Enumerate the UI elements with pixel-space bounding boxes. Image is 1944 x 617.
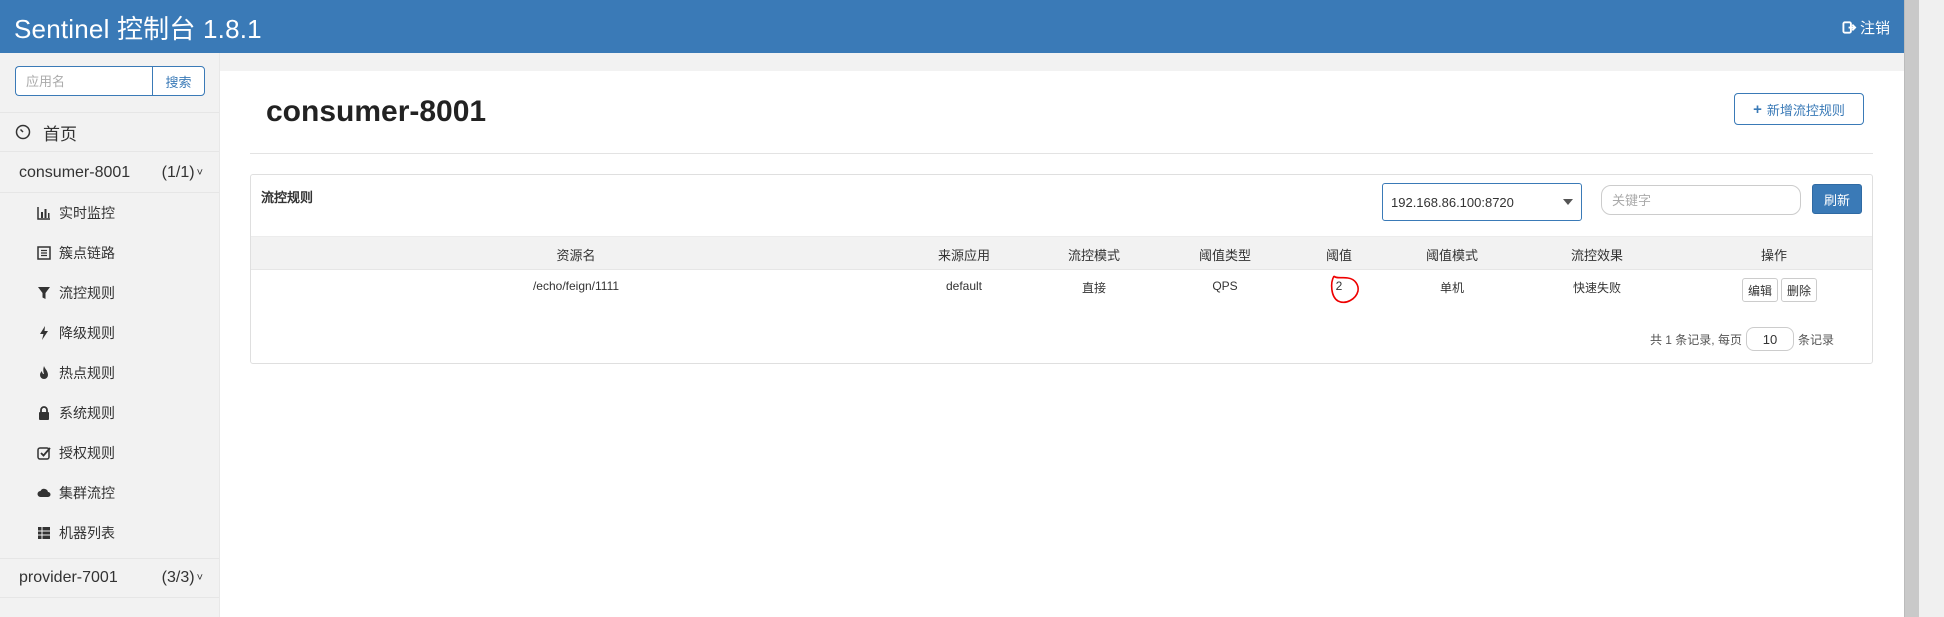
app-machine-count: (1/1) [161, 163, 195, 181]
keyword-input[interactable] [1601, 185, 1801, 215]
filter-icon [37, 286, 51, 300]
column-header[interactable]: 阈值类型 [1199, 245, 1251, 264]
menu-label: 集群流控 [59, 485, 115, 501]
top-navbar: Sentinel 控制台 1.8.1 注销 [0, 0, 1904, 53]
menu-label: 降级规则 [59, 325, 115, 341]
flow-rules-panel: 流控规则 192.168.86.100:8720 刷新 资源名 来源应用 流控模… [250, 174, 1873, 364]
cloud-icon [37, 486, 51, 500]
add-flow-rule-button[interactable]: + 新增流控规则 [1734, 93, 1864, 125]
menu-label: 簇点链路 [59, 245, 115, 261]
app-search-input[interactable] [15, 66, 152, 96]
column-header[interactable]: 来源应用 [938, 245, 990, 264]
divider [250, 153, 1873, 154]
sidebar-item-cluster-link[interactable]: 簇点链路 [0, 233, 219, 273]
lock-icon [37, 406, 51, 420]
sidebar-item-machines[interactable]: 机器列表 [0, 513, 219, 553]
column-header[interactable]: 流控效果 [1571, 245, 1623, 264]
panel-title: 流控规则 [261, 190, 314, 205]
edit-button[interactable]: 编辑 [1742, 278, 1779, 302]
scrollbar-thumb[interactable] [1904, 0, 1919, 617]
search-button[interactable]: 搜索 [152, 66, 205, 96]
sidebar-item-cluster-flow[interactable]: 集群流控 [0, 473, 219, 513]
app-search: 搜索 [15, 66, 205, 96]
cell-cluster-mode: 单机 [1439, 281, 1465, 295]
cell-strategy: 直接 [1081, 281, 1107, 295]
fire-icon [37, 366, 51, 380]
app-machine-count: (3/3) [161, 569, 195, 586]
menu-label: 系统规则 [59, 405, 115, 421]
sidebar-app-provider-7001[interactable]: provider-7001 (3/3) ˅ [0, 558, 219, 598]
app-name: consumer-8001 [19, 163, 131, 181]
sidebar-item-system-rules[interactable]: 系统规则 [0, 393, 219, 433]
page-size-input[interactable] [1745, 327, 1794, 351]
chevron-down-icon: ˅ [196, 166, 203, 179]
brand-title[interactable]: Sentinel 控制台 1.8.1 [14, 9, 262, 46]
column-header[interactable]: 阈值模式 [1426, 245, 1478, 264]
menu-label: 授权规则 [59, 445, 115, 461]
chevron-down-icon: ˅ [196, 572, 203, 584]
column-header[interactable]: 资源名 [556, 245, 595, 264]
sign-out-icon [1842, 21, 1857, 34]
machine-select-value: 192.168.86.100:8720 [1391, 194, 1514, 210]
sidebar-app-consumer-8001[interactable]: consumer-8001 (1/1) ˅ [0, 153, 219, 193]
delete-button[interactable]: 删除 [1781, 278, 1818, 302]
th-list-icon [37, 526, 51, 540]
add-flow-rule-label: 新增流控规则 [1766, 102, 1845, 118]
pager-prefix: 共 1 条记录, 每页 [1649, 332, 1742, 347]
column-header[interactable]: 流控模式 [1068, 245, 1120, 264]
page-title: consumer-8001 [266, 95, 487, 128]
caret-down-icon [1563, 199, 1573, 205]
main-top-strip [220, 53, 1904, 71]
list-icon [37, 246, 51, 260]
pagination: 共 1 条记录, 每页 条记录 [1650, 327, 1834, 351]
flash-icon [37, 326, 51, 340]
menu-label: 实时监控 [59, 205, 115, 221]
window-scrollbar[interactable] [1904, 0, 1944, 617]
pager-suffix: 条记录 [1797, 332, 1834, 347]
sidebar-item-flow-rules[interactable]: 流控规则 [0, 273, 219, 313]
sidebar-item-authority-rules[interactable]: 授权规则 [0, 433, 219, 473]
sidebar-item-metric[interactable]: 实时监控 [0, 193, 219, 233]
column-header: 操作 [1760, 248, 1788, 263]
app-name: provider-7001 [19, 569, 118, 586]
sidebar-item-degrade-rules[interactable]: 降级规则 [0, 313, 219, 353]
table-row: /echo/feign/1111 default 直接 QPS 2 单机 快速失… [251, 270, 1872, 320]
cell-limit-app: default [945, 279, 983, 293]
sidebar-item-home[interactable]: 首页 [0, 112, 219, 152]
menu-label: 流控规则 [59, 285, 115, 301]
row-actions: 编辑 删除 [1742, 278, 1818, 302]
main-content: consumer-8001 + 新增流控规则 流控规则 192.168.86.1… [220, 53, 1904, 617]
table-header: 资源名 来源应用 流控模式 阈值类型 阈值 阈值模式 流控效果 操作 [251, 236, 1872, 270]
sidebar: 搜索 首页 consumer-8001 (1/1) ˅ 实时监控 簇点链路 流控… [0, 53, 220, 617]
cell-grade: QPS [1212, 279, 1238, 293]
cell-resource: /echo/feign/1111 [532, 279, 620, 293]
red-annotation-circle [1330, 275, 1359, 304]
cell-behavior: 快速失败 [1572, 281, 1622, 295]
logout-link[interactable]: 注销 [1842, 17, 1890, 38]
dashboard-icon [15, 124, 31, 140]
column-header[interactable]: 阈值 [1326, 245, 1352, 264]
menu-label: 机器列表 [59, 525, 115, 541]
sidebar-item-param-flow-rules[interactable]: 热点规则 [0, 353, 219, 393]
bar-chart-icon [37, 206, 51, 220]
app-menu: 实时监控 簇点链路 流控规则 降级规则 热点规则 系统规则 授权规则 集群流控 [0, 193, 219, 553]
menu-label: 热点规则 [59, 365, 115, 381]
machine-select[interactable]: 192.168.86.100:8720 [1382, 183, 1582, 221]
refresh-button[interactable]: 刷新 [1812, 184, 1862, 214]
logout-label: 注销 [1859, 20, 1890, 37]
check-icon [37, 446, 51, 460]
plus-icon: + [1753, 100, 1762, 118]
home-label: 首页 [43, 124, 77, 144]
